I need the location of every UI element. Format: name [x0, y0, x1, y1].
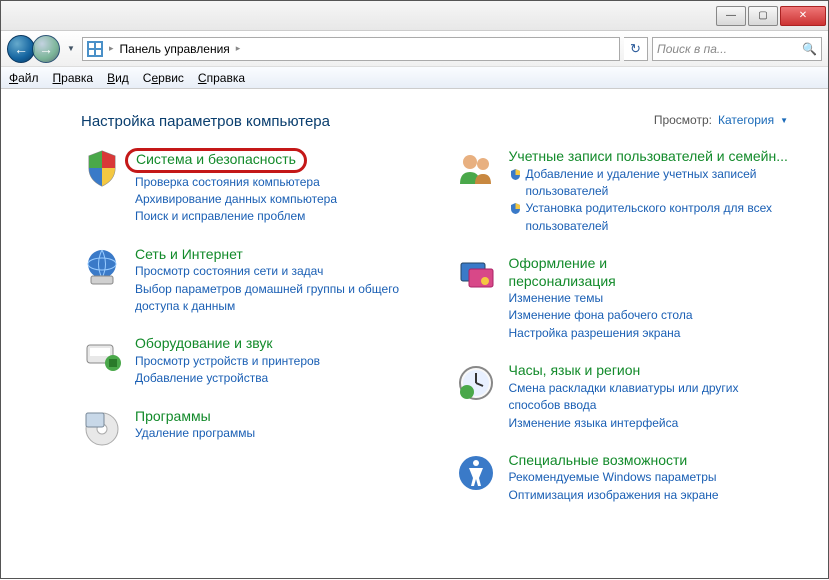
- link-programs-0[interactable]: Удаление программы: [135, 425, 415, 442]
- menu-bar: Файл Правка Вид Сервис Справка: [1, 67, 828, 89]
- system-icon: [81, 148, 123, 190]
- menu-view[interactable]: Вид: [107, 71, 129, 85]
- category-ease: Специальные возможности Рекомендуемые Wi…: [455, 452, 789, 504]
- close-button[interactable]: ✕: [780, 6, 826, 26]
- ease-icon: [455, 452, 497, 494]
- forward-button[interactable]: →: [32, 35, 60, 63]
- left-column: Система и безопасность Проверка состояни…: [81, 148, 415, 504]
- category-programs: Программы Удаление программы: [81, 408, 415, 450]
- link-system-1[interactable]: Архивирование данных компьютера: [135, 191, 415, 208]
- refresh-button[interactable]: ↻: [624, 37, 648, 61]
- hardware-icon: [81, 335, 123, 377]
- link-system-2[interactable]: Поиск и исправление проблем: [135, 208, 415, 225]
- category-title-network[interactable]: Сеть и Интернет: [135, 246, 415, 264]
- search-icon[interactable]: 🔍: [802, 42, 817, 56]
- category-title-hardware[interactable]: Оборудование и звук: [135, 335, 415, 353]
- chevron-down-icon[interactable]: ▼: [780, 116, 788, 125]
- titlebar: — ▢ ✕: [1, 1, 828, 31]
- link-users-1[interactable]: Установка родительского контроля для все…: [509, 200, 789, 235]
- category-users: Учетные записи пользователей и семейн...…: [455, 148, 789, 235]
- minimize-button[interactable]: —: [716, 6, 746, 26]
- link-clock-0[interactable]: Смена раскладки клавиатуры или других сп…: [509, 380, 789, 415]
- view-value[interactable]: Категория: [718, 113, 774, 127]
- maximize-button[interactable]: ▢: [748, 6, 778, 26]
- content-area: Настройка параметров компьютера Просмотр…: [1, 89, 828, 580]
- link-users-0[interactable]: Добавление и удаление учетных записей по…: [509, 166, 789, 201]
- search-input[interactable]: Поиск в па... 🔍: [652, 37, 822, 61]
- clock-icon: [455, 362, 497, 404]
- shield-icon: [509, 202, 522, 215]
- control-panel-icon: [87, 41, 103, 57]
- link-network-0[interactable]: Просмотр состояния сети и задач: [135, 263, 415, 280]
- category-clock: Часы, язык и регион Смена раскладки клав…: [455, 362, 789, 432]
- category-title-system[interactable]: Система и безопасность: [136, 151, 296, 167]
- breadcrumb[interactable]: ▸ Панель управления ▸: [109, 42, 240, 56]
- view-selector: Просмотр: Категория ▼: [654, 113, 788, 127]
- link-clock-1[interactable]: Изменение языка интерфейса: [509, 415, 789, 432]
- nav-history-dropdown[interactable]: ▼: [64, 35, 78, 63]
- breadcrumb-root[interactable]: Панель управления: [120, 42, 230, 56]
- category-system: Система и безопасность Проверка состояни…: [81, 148, 415, 226]
- menu-tools[interactable]: Сервис: [143, 71, 184, 85]
- category-title-programs[interactable]: Программы: [135, 408, 415, 426]
- category-title-ease[interactable]: Специальные возможности: [509, 452, 789, 470]
- category-hardware: Оборудование и звук Просмотр устройств и…: [81, 335, 415, 387]
- search-placeholder: Поиск в па...: [657, 42, 727, 56]
- link-network-1[interactable]: Выбор параметров домашней группы и общег…: [135, 281, 415, 316]
- nav-toolbar: ← → ▼ ▸ Панель управления ▸ ↻ Поиск в па…: [1, 31, 828, 67]
- network-icon: [81, 246, 123, 288]
- menu-file[interactable]: Файл: [9, 71, 39, 85]
- view-label: Просмотр:: [654, 113, 712, 127]
- link-appearance-2[interactable]: Настройка разрешения экрана: [509, 325, 789, 342]
- highlight-annotation: Система и безопасность: [125, 148, 307, 173]
- link-hardware-1[interactable]: Добавление устройства: [135, 370, 415, 387]
- category-network: Сеть и Интернет Просмотр состояния сети …: [81, 246, 415, 316]
- link-appearance-0[interactable]: Изменение темы: [509, 290, 789, 307]
- menu-edit[interactable]: Правка: [53, 71, 94, 85]
- users-icon: [455, 148, 497, 190]
- category-title-appearance[interactable]: Оформление иперсонализация: [509, 255, 789, 290]
- right-column: Учетные записи пользователей и семейн...…: [455, 148, 789, 504]
- category-title-clock[interactable]: Часы, язык и регион: [509, 362, 789, 380]
- category-appearance: Оформление иперсонализация Изменение тем…: [455, 255, 789, 342]
- address-bar[interactable]: ▸ Панель управления ▸: [82, 37, 620, 61]
- category-title-users[interactable]: Учетные записи пользователей и семейн...: [509, 148, 789, 166]
- programs-icon: [81, 408, 123, 450]
- appearance-icon: [455, 255, 497, 297]
- link-ease-1[interactable]: Оптимизация изображения на экране: [509, 487, 789, 504]
- link-system-0[interactable]: Проверка состояния компьютера: [135, 174, 415, 191]
- link-ease-0[interactable]: Рекомендуемые Windows параметры: [509, 469, 789, 486]
- link-appearance-1[interactable]: Изменение фона рабочего стола: [509, 307, 789, 324]
- back-button[interactable]: ←: [7, 35, 35, 63]
- shield-icon: [509, 168, 522, 181]
- link-hardware-0[interactable]: Просмотр устройств и принтеров: [135, 353, 415, 370]
- menu-help[interactable]: Справка: [198, 71, 245, 85]
